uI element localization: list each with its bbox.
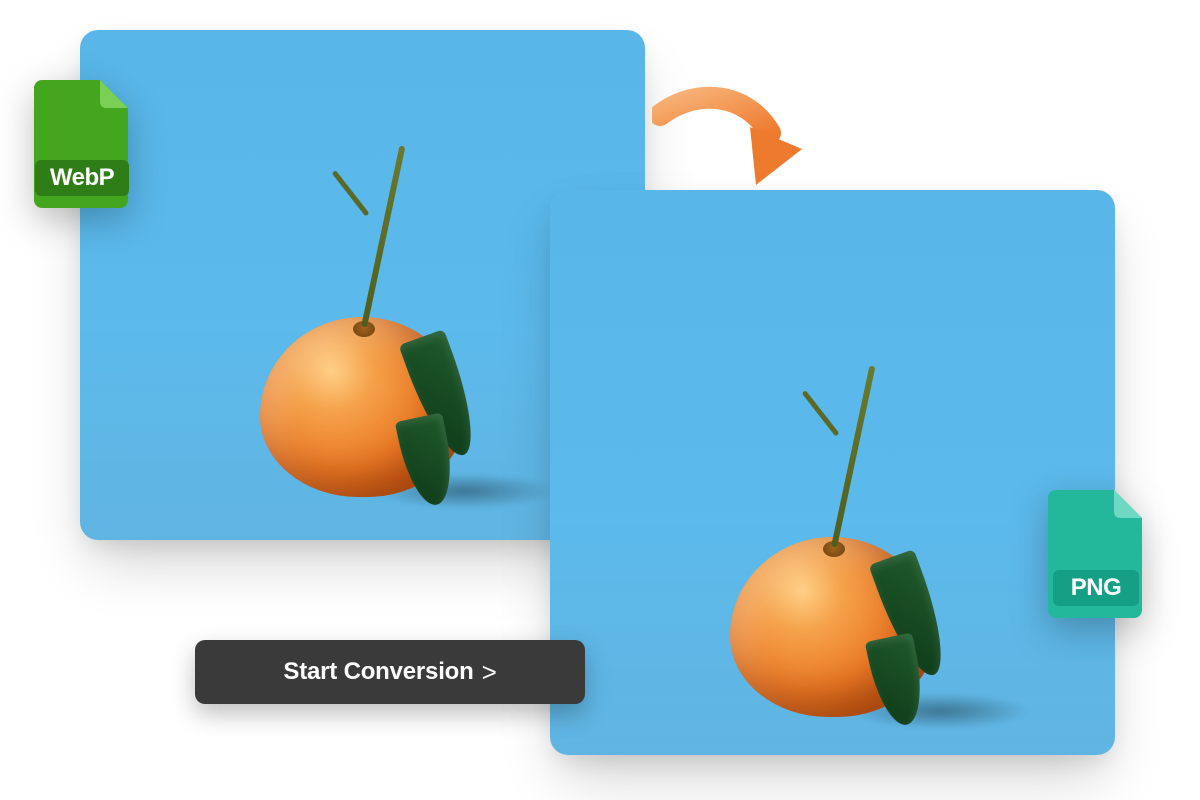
- conversion-arrow-icon: [652, 85, 802, 185]
- sample-photo-orange: [685, 355, 985, 735]
- target-image: [550, 190, 1115, 755]
- png-file-icon: PNG: [1042, 490, 1150, 618]
- chevron-right-icon: >: [482, 657, 497, 688]
- source-format-label: WebP: [35, 160, 129, 196]
- webp-file-icon: WebP: [28, 80, 136, 208]
- start-conversion-button[interactable]: Start Conversion >: [195, 640, 585, 704]
- sample-photo-orange: [215, 155, 505, 515]
- target-format-label: PNG: [1053, 570, 1139, 606]
- start-conversion-label: Start Conversion: [283, 658, 473, 686]
- target-image-card: [550, 190, 1115, 755]
